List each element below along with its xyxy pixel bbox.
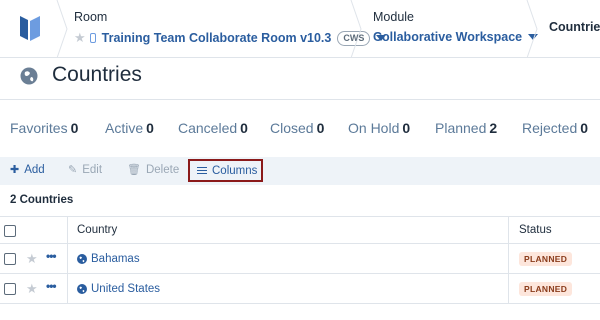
globe-icon bbox=[20, 67, 38, 85]
record-count: 2 Countries bbox=[10, 194, 74, 206]
country-link[interactable]: United States bbox=[77, 283, 160, 295]
pencil-icon: ✎ bbox=[68, 164, 78, 176]
page-header: Countries bbox=[0, 58, 600, 100]
row-checkbox[interactable] bbox=[4, 253, 16, 265]
select-all-checkbox[interactable] bbox=[4, 225, 16, 237]
tab-active[interactable]: Active 0 bbox=[105, 120, 154, 136]
table-row[interactable]: ★ ••• Bahamas PLANNED bbox=[0, 244, 600, 274]
tab-closed[interactable]: Closed 0 bbox=[270, 120, 324, 136]
column-header-status[interactable]: Status bbox=[519, 224, 552, 236]
globe-icon bbox=[77, 254, 87, 264]
delete-button[interactable]: 🗑 Delete bbox=[127, 163, 179, 177]
mobile-icon bbox=[89, 33, 96, 43]
module-selector[interactable]: Collaborative Workspace bbox=[373, 30, 522, 44]
more-actions-icon[interactable]: ••• bbox=[46, 279, 57, 293]
breadcrumb-current: Countries bbox=[549, 20, 600, 34]
breadcrumb-separator bbox=[350, 0, 362, 58]
tab-canceled[interactable]: Canceled 0 bbox=[178, 120, 248, 136]
table-header-row: Country Status bbox=[0, 216, 600, 244]
module-label: Module bbox=[373, 10, 414, 24]
breadcrumb-separator bbox=[526, 0, 538, 58]
favorite-star-icon[interactable]: ★ bbox=[26, 251, 38, 267]
trash-icon: 🗑 bbox=[127, 164, 141, 176]
plus-circle-icon: ✚ bbox=[10, 164, 20, 176]
tab-on-hold[interactable]: On Hold 0 bbox=[348, 120, 410, 136]
room-selector[interactable]: Training Team Collaborate Room v10.3 bbox=[102, 31, 332, 45]
room-label: Room bbox=[74, 10, 108, 24]
favorite-star-icon[interactable]: ★ bbox=[26, 281, 38, 297]
tab-rejected[interactable]: Rejected 0 bbox=[522, 120, 588, 136]
edit-button[interactable]: ✎ Edit bbox=[68, 163, 102, 177]
countries-table: Country Status ★ ••• Bahamas PLANNED ★ •… bbox=[0, 216, 600, 304]
column-header-country[interactable]: Country bbox=[77, 224, 117, 236]
breadcrumb-separator bbox=[56, 0, 68, 58]
sliders-icon bbox=[197, 166, 207, 175]
top-bar: Room ★ Training Team Collaborate Room v1… bbox=[0, 0, 600, 58]
table-row[interactable]: ★ ••• United States PLANNED bbox=[0, 274, 600, 304]
status-badge: PLANNED bbox=[519, 282, 573, 296]
tab-planned[interactable]: Planned 2 bbox=[435, 120, 497, 136]
add-button[interactable]: ✚ Add bbox=[10, 163, 45, 177]
grid-toolbar: ✚ Add ✎ Edit 🗑 Delete Columns bbox=[0, 157, 600, 185]
page-title: Countries bbox=[52, 63, 142, 86]
more-actions-icon[interactable]: ••• bbox=[46, 249, 57, 263]
status-tabs: Favorites 0 Active 0 Canceled 0 Closed 0 On … bbox=[0, 120, 600, 142]
favorite-star-icon[interactable]: ★ bbox=[74, 30, 86, 46]
country-link[interactable]: Bahamas bbox=[77, 253, 140, 265]
status-badge: PLANNED bbox=[519, 252, 573, 266]
columns-button[interactable]: Columns bbox=[188, 159, 263, 182]
row-checkbox[interactable] bbox=[4, 283, 16, 295]
breadcrumb-room[interactable]: Room ★ Training Team Collaborate Room v1… bbox=[74, 10, 387, 46]
tab-favorites[interactable]: Favorites 0 bbox=[10, 120, 78, 136]
breadcrumb-module[interactable]: Module Collaborative Workspace bbox=[373, 10, 539, 44]
app-logo-icon[interactable] bbox=[16, 12, 44, 44]
globe-icon bbox=[77, 284, 87, 294]
